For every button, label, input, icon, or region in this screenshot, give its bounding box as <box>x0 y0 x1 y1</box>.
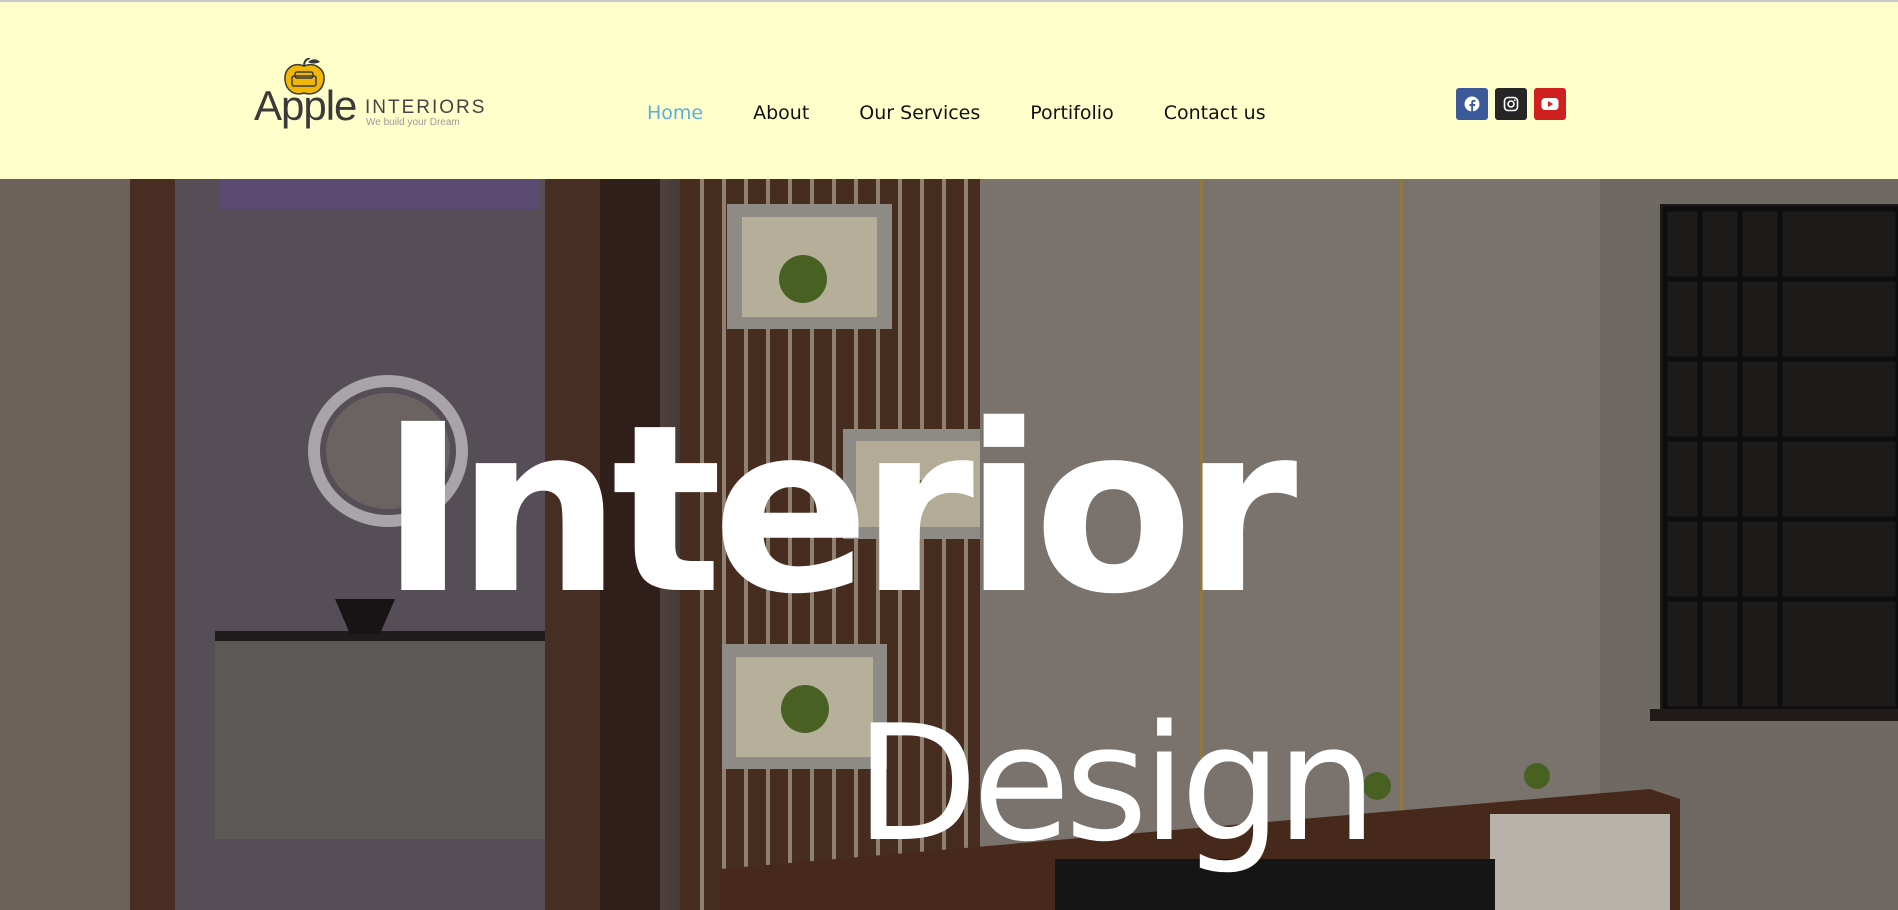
social-links <box>1456 88 1566 120</box>
logo[interactable]: Apple INTERIORS We build your Dream <box>254 58 484 129</box>
instagram-button[interactable] <box>1495 88 1527 120</box>
logo-brand: Apple <box>254 82 357 129</box>
hero-title-line2: Design <box>855 690 1377 877</box>
main-nav: Home About Our Services Portifolio Conta… <box>647 98 1266 128</box>
logo-tagline: We build your Dream <box>366 117 460 128</box>
instagram-icon <box>1503 96 1519 112</box>
hero-title-line1: Interior <box>380 375 1297 645</box>
nav-portfolio[interactable]: Portifolio <box>1030 98 1113 128</box>
youtube-icon <box>1541 98 1559 110</box>
nav-our-services[interactable]: Our Services <box>859 98 980 128</box>
hero-banner: Interior Design <box>0 179 1898 910</box>
facebook-icon <box>1464 96 1480 112</box>
logo-subtitle: INTERIORS <box>365 97 487 118</box>
facebook-button[interactable] <box>1456 88 1488 120</box>
youtube-button[interactable] <box>1534 88 1566 120</box>
nav-contact-us[interactable]: Contact us <box>1164 98 1266 128</box>
nav-home[interactable]: Home <box>647 98 703 128</box>
nav-about[interactable]: About <box>753 98 809 128</box>
site-header: Apple INTERIORS We build your Dream Home… <box>0 2 1898 179</box>
